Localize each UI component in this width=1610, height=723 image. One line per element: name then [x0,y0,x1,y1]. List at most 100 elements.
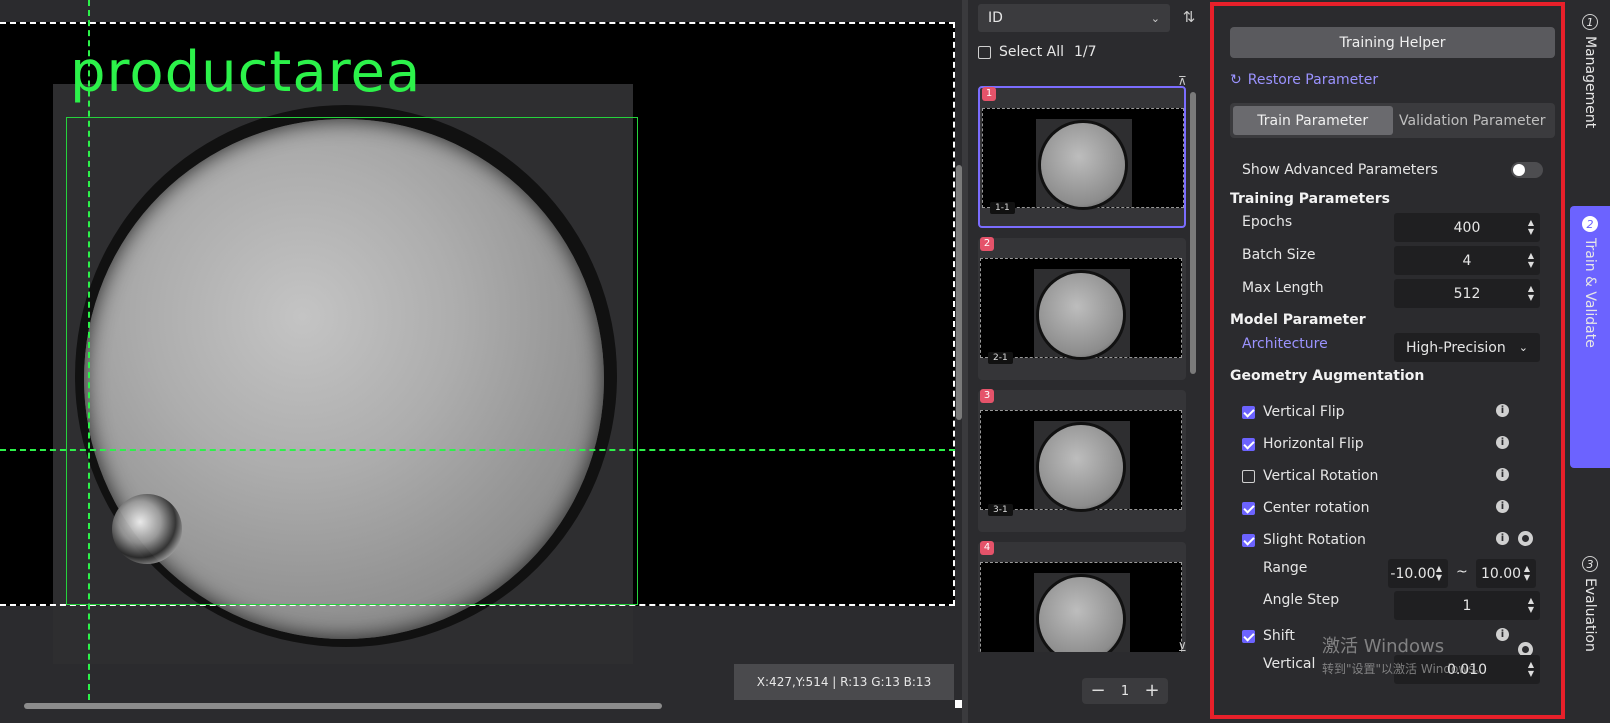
range-max-stepper[interactable]: 10.00 ▲ ▼ [1476,559,1536,588]
sort-order-icon[interactable]: ⇅ [1180,8,1198,26]
windows-activation-title: 激活 Windows [1322,636,1445,657]
batch-size-label: Batch Size [1242,247,1316,263]
angle-step-value[interactable]: 1 [1463,598,1472,614]
architecture-select[interactable]: High-Precision ⌄ [1394,333,1540,362]
batch-size-stepper[interactable]: 4 ▲ ▼ [1394,246,1540,275]
crosshair-vertical [88,0,90,700]
restore-parameter-label: Restore Parameter [1247,72,1379,88]
shift-label: Shift [1263,628,1295,644]
page-number[interactable]: 1 [1121,684,1129,699]
step-train-validate[interactable]: 2 Train & Validate [1570,206,1610,468]
step-number: 1 [1582,14,1598,30]
stepper-arrows-icon[interactable]: ▲ ▼ [1528,218,1534,236]
step-label: Management [1582,36,1598,129]
chevron-down-icon: ⌄ [1518,341,1528,354]
max-length-label: Max Length [1242,280,1324,296]
epochs-stepper[interactable]: 400 ▲ ▼ [1394,213,1540,242]
stepper-arrows-icon[interactable]: ▲ ▼ [1528,284,1534,302]
horizontal-flip-option[interactable]: Horizontal Flip [1242,436,1364,452]
windows-activation-subtitle: 转到"设置"以激活 Windows。 [1322,662,1487,676]
shift-option[interactable]: Shift [1242,628,1295,644]
info-icon[interactable]: i [1496,436,1509,449]
step-label: Train & Validate [1582,238,1598,348]
image-canvas[interactable]: productarea X:427,Y:514 | R:13 G:13 B:13 [0,0,968,723]
checkbox-icon[interactable] [1242,501,1255,515]
select-all-label: Select All [999,44,1064,60]
info-icon[interactable]: i [1496,404,1509,417]
range-min-stepper[interactable]: -10.00 ▲ ▼ [1388,559,1448,588]
stepper-arrows-icon[interactable]: ▲ ▼ [1528,660,1534,678]
step-number: 2 [1582,216,1598,232]
range-max-value[interactable]: 10.00 [1481,566,1521,582]
sort-field-select[interactable]: ID ⌄ [978,4,1170,32]
info-icon[interactable]: i [1496,532,1509,545]
stepper-arrows-icon[interactable]: ▲ ▼ [1528,251,1534,269]
select-all-checkbox[interactable]: Select All [978,44,1064,60]
info-icon[interactable]: i [1496,628,1509,641]
checkbox-icon[interactable] [978,45,991,59]
stepper-arrows-icon[interactable]: ▲ ▼ [1524,564,1530,582]
thumbnail-item[interactable]: 4 [978,541,1186,652]
thumbnail-tag: 3-1 [988,504,1013,516]
step-number: 3 [1582,556,1598,572]
checkbox-icon[interactable] [1242,629,1255,643]
max-length-value[interactable]: 512 [1454,286,1481,302]
info-icon[interactable]: i [1496,500,1509,513]
thumbnail-item[interactable]: 3 3-1 [978,389,1186,532]
crosshair-horizontal [0,449,955,451]
minus-icon[interactable]: − [1088,681,1108,701]
thumbnail-image [980,258,1182,358]
restore-parameter-link[interactable]: ↻ Restore Parameter [1230,72,1378,88]
step-label: Evaluation [1582,578,1598,652]
info-icon[interactable]: i [1496,468,1509,481]
checkbox-icon[interactable] [1242,437,1255,451]
batch-size-value[interactable]: 4 [1463,253,1472,269]
range-min-value[interactable]: -10.00 [1390,566,1435,582]
stepper-arrows-icon[interactable]: ▲ ▼ [1436,564,1442,582]
product-area-label: productarea [70,40,422,105]
advanced-parameters-row: Show Advanced Parameters [1230,160,1555,180]
max-length-stepper[interactable]: 512 ▲ ▼ [1394,279,1540,308]
workflow-steps: 1 Management 2 Train & Validate 3 Evalua… [1570,0,1610,723]
page-stepper[interactable]: − 1 + [1082,678,1168,704]
gear-icon[interactable] [1518,531,1533,546]
vertical-flip-label: Vertical Flip [1263,404,1345,420]
checkbox-icon[interactable] [1242,533,1255,547]
checkbox-icon[interactable] [1242,469,1255,483]
stepper-arrows-icon[interactable]: ▲ ▼ [1528,596,1534,614]
plus-icon[interactable]: + [1142,681,1162,701]
sort-field-value: ID [988,10,1003,26]
thumbnail-scrollbar[interactable] [1190,92,1196,374]
parameter-panel: Training Helper ↻ Restore Parameter Trai… [1210,2,1565,719]
angle-step-stepper[interactable]: 1 ▲ ▼ [1394,591,1540,620]
show-advanced-toggle[interactable] [1511,162,1543,178]
product-area-box[interactable] [66,117,638,605]
step-evaluation[interactable]: 3 Evaluation [1570,556,1610,652]
thumbnail-tag: 1-1 [990,202,1015,214]
horizontal-scrollbar[interactable] [24,703,662,709]
step-management[interactable]: 1 Management [1570,14,1610,128]
range-separator: ~ [1456,564,1468,580]
architecture-label: Architecture [1242,336,1328,352]
training-helper-button[interactable]: Training Helper [1230,27,1555,58]
tab-train-parameter[interactable]: Train Parameter [1233,106,1393,135]
slight-rotation-option[interactable]: Slight Rotation [1242,532,1366,548]
epochs-value[interactable]: 400 [1454,220,1481,236]
vertical-flip-option[interactable]: Vertical Flip [1242,404,1345,420]
thumbnail-number: 4 [980,541,994,555]
parameter-tabs: Train Parameter Validation Parameter [1230,103,1555,138]
tab-validation-parameter[interactable]: Validation Parameter [1393,106,1553,135]
thumbnail-item[interactable]: 1 1-1 [978,86,1186,228]
center-rotation-option[interactable]: Center rotation [1242,500,1369,516]
angle-step-label: Angle Step [1263,592,1340,608]
epochs-label: Epochs [1242,214,1293,230]
thumbnail-item[interactable]: 2 2-1 [978,237,1186,380]
thumbnail-number: 2 [980,237,994,251]
center-rotation-label: Center rotation [1263,500,1370,516]
vertical-rotation-option[interactable]: Vertical Rotation [1242,468,1378,484]
geometry-augmentation-heading: Geometry Augmentation [1230,368,1425,384]
thumbnail-number: 1 [982,87,996,101]
thumbnail-number: 3 [980,389,994,403]
scroll-to-bottom-icon[interactable]: ⊻ [1178,640,1187,654]
checkbox-icon[interactable] [1242,405,1255,419]
